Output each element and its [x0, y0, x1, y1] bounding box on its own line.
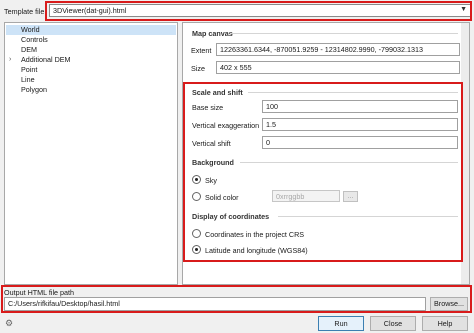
solid-color-input[interactable]: 0xrrggbb	[272, 190, 340, 202]
map-canvas-title: Map canvas	[192, 29, 233, 38]
divider	[248, 92, 458, 93]
help-button[interactable]: Help	[422, 316, 468, 331]
chevron-right-icon[interactable]: ›	[9, 55, 11, 65]
solid-color-radio[interactable]	[192, 192, 201, 201]
solid-color-placeholder: 0xrrggbb	[276, 192, 305, 201]
project-crs-label: Coordinates in the project CRS	[205, 230, 305, 239]
divider	[230, 33, 458, 34]
run-button[interactable]: Run	[318, 316, 364, 331]
extent-field[interactable]: 12263361.6344, -870051.9259 - 12314802.9…	[216, 43, 460, 56]
size-value: 402 x 555	[220, 63, 252, 72]
tree-item-line[interactable]: Line	[21, 75, 35, 85]
wgs84-radio[interactable]	[192, 245, 201, 254]
scale-shift-title: Scale and shift	[192, 88, 243, 97]
tree-item-label: World	[21, 25, 40, 34]
tree-item-label: Point	[21, 65, 38, 74]
output-path-value: C:/Users/rifkifau/Desktop/hasil.html	[8, 299, 120, 308]
tree-item-dem[interactable]: DEM	[21, 45, 37, 55]
output-path-label: Output HTML file path	[4, 288, 75, 297]
coordinates-title: Display of coordinates	[192, 212, 270, 221]
tree-item-label: Controls	[21, 35, 48, 44]
divider	[240, 162, 458, 163]
extent-label: Extent	[191, 46, 212, 55]
output-path-input[interactable]: C:/Users/rifkifau/Desktop/hasil.html	[4, 297, 426, 311]
vertical-exaggeration-input[interactable]: 1.5	[262, 118, 458, 131]
vertical-shift-input[interactable]: 0	[262, 136, 458, 149]
base-size-label: Base size	[192, 103, 224, 112]
settings-gear-icon[interactable]: ⚙	[5, 318, 13, 329]
background-title: Background	[192, 158, 234, 167]
template-file-label: Template file	[4, 7, 45, 16]
vertical-shift-label: Vertical shift	[192, 139, 231, 148]
vertical-shift-value: 0	[266, 138, 270, 147]
vertical-exaggeration-value: 1.5	[266, 120, 276, 129]
solid-color-label: Solid color	[205, 193, 239, 202]
tree-item-polygon[interactable]: Polygon	[21, 85, 47, 95]
sky-radio[interactable]	[192, 175, 201, 184]
base-size-input[interactable]: 100	[262, 100, 458, 113]
close-button[interactable]: Close	[370, 316, 416, 331]
project-crs-radio[interactable]	[192, 229, 201, 238]
tree-item-additional-dem[interactable]: Additional DEM	[21, 55, 71, 65]
size-label: Size	[191, 64, 205, 73]
template-file-value: 3DViewer(dat-gui).html	[53, 6, 127, 15]
tree-item-controls[interactable]: Controls	[21, 35, 48, 45]
vertical-exaggeration-label: Vertical exaggeration	[192, 121, 260, 130]
wgs84-label: Latitude and longitude (WGS84)	[205, 246, 308, 255]
sky-label: Sky	[205, 176, 217, 185]
template-file-combo[interactable]: 3DViewer(dat-gui).html ▼	[49, 4, 471, 17]
tree-item-label: Line	[21, 75, 35, 84]
base-size-value: 100	[266, 102, 278, 111]
panel-scrollbar[interactable]	[461, 23, 469, 284]
layer-tree[interactable]: World Controls DEM › Additional DEM Poin…	[4, 22, 178, 285]
tree-item-label: Polygon	[21, 85, 47, 94]
tree-item-point[interactable]: Point	[21, 65, 37, 75]
chevron-down-icon: ▼	[460, 6, 467, 13]
tree-item-world[interactable]: World	[6, 25, 176, 35]
color-picker-button[interactable]: ...	[343, 191, 358, 202]
tree-item-label: Additional DEM	[21, 55, 71, 64]
size-field[interactable]: 402 x 555	[216, 61, 460, 74]
extent-value: 12263361.6344, -870051.9259 - 12314802.9…	[220, 45, 424, 54]
browse-button[interactable]: Browse...	[430, 297, 468, 311]
tree-item-label: DEM	[21, 45, 37, 54]
divider	[278, 216, 458, 217]
